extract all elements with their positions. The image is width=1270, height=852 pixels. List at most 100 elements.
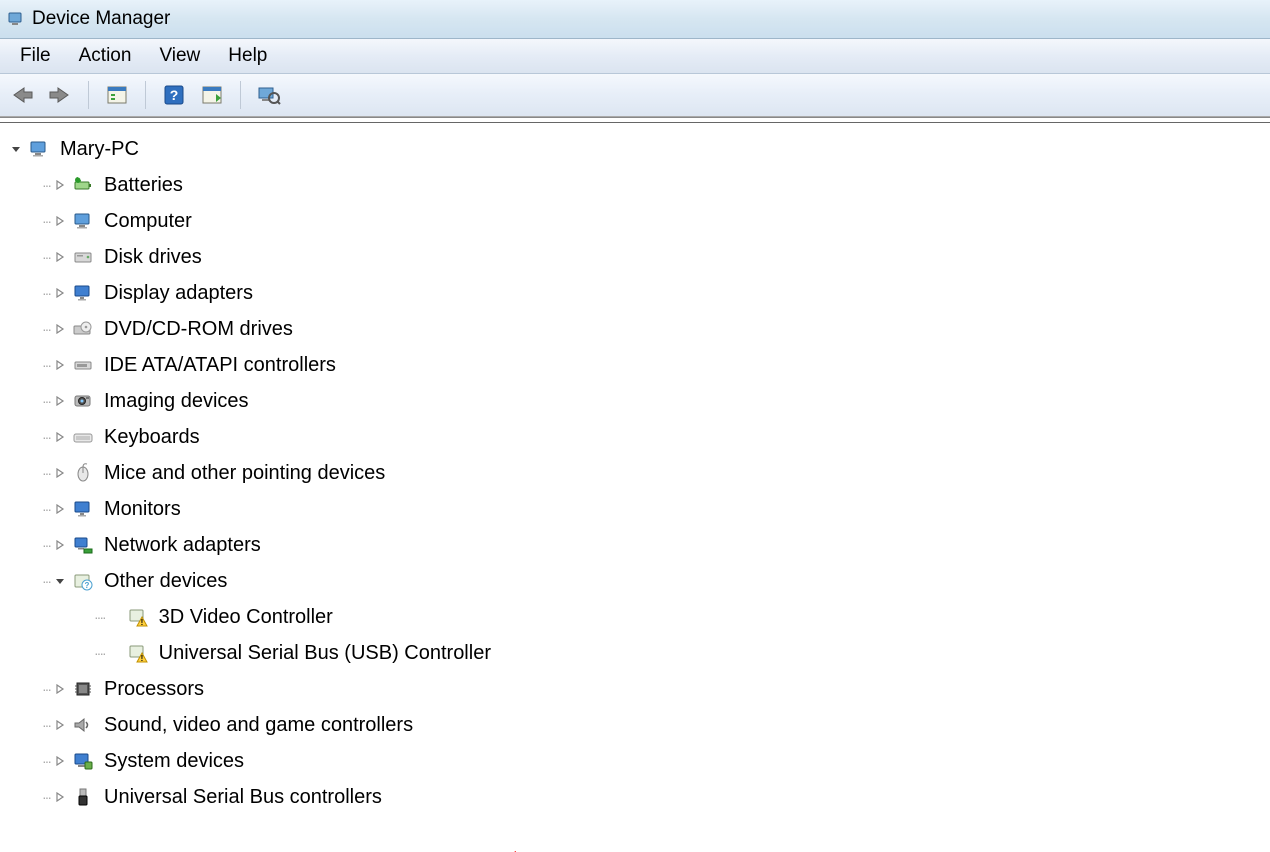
device-manager-window: Device Manager File Action View Help bbox=[0, 0, 1270, 852]
processor-icon bbox=[70, 676, 96, 702]
tree-toggle-expand[interactable] bbox=[52, 360, 68, 370]
computer-icon bbox=[70, 208, 96, 234]
tree-branch-dots: ··· bbox=[42, 527, 50, 563]
device-tree[interactable]: Mary-PC ··· Batteries ··· Computer ··· D… bbox=[0, 123, 1270, 823]
menu-help[interactable]: Help bbox=[214, 41, 281, 71]
toolbar-separator bbox=[88, 81, 89, 109]
tree-toggle-expand[interactable] bbox=[52, 396, 68, 406]
tree-item[interactable]: ··· Mice and other pointing devices bbox=[8, 455, 1270, 491]
tree-branch-dots: ···· bbox=[94, 599, 105, 635]
tree-item[interactable]: ··· DVD/CD-ROM drives bbox=[8, 311, 1270, 347]
menubar: File Action View Help bbox=[0, 39, 1270, 74]
monitor-icon bbox=[70, 496, 96, 522]
tree-item[interactable]: ··· Display adapters bbox=[8, 275, 1270, 311]
tree-toggle-expand[interactable] bbox=[52, 792, 68, 802]
tree-item-label: Network adapters bbox=[102, 527, 263, 563]
tree-item[interactable]: ···· ! 3D Video Controller bbox=[8, 599, 1270, 635]
tree-item[interactable]: ··· Keyboards bbox=[8, 419, 1270, 455]
toolbar: ? bbox=[0, 74, 1270, 117]
tree-item[interactable]: ··· System devices bbox=[8, 743, 1270, 779]
tree-branch-dots: ··· bbox=[42, 707, 50, 743]
tree-item-label: Mary-PC bbox=[58, 131, 141, 167]
forward-button[interactable] bbox=[44, 80, 76, 110]
tree-item-label: Batteries bbox=[102, 167, 185, 203]
tree-item[interactable]: ··· Imaging devices bbox=[8, 383, 1270, 419]
tree-item[interactable]: ··· IDE ATA/ATAPI controllers bbox=[8, 347, 1270, 383]
tree-branch-dots: ··· bbox=[42, 455, 50, 491]
tree-toggle-expand[interactable] bbox=[52, 252, 68, 262]
tree-item-label: 3D Video Controller bbox=[157, 599, 335, 635]
window-title: Device Manager bbox=[32, 8, 170, 30]
tree-item-label: Imaging devices bbox=[102, 383, 251, 419]
arrow-right-icon bbox=[48, 85, 72, 105]
tree-branch-dots: ··· bbox=[42, 743, 50, 779]
scan-hardware-button[interactable] bbox=[253, 80, 285, 110]
tree-item[interactable]: ··· Processors bbox=[8, 671, 1270, 707]
tree-toggle-expand[interactable] bbox=[52, 180, 68, 190]
show-hidden-button[interactable] bbox=[196, 80, 228, 110]
usb-icon bbox=[70, 784, 96, 810]
tree-item[interactable]: ···· ! Universal Serial Bus (USB) Contro… bbox=[8, 635, 1270, 671]
network-icon bbox=[70, 532, 96, 558]
warning-device-icon: ! bbox=[125, 604, 151, 630]
mouse-icon bbox=[70, 460, 96, 486]
tree-item[interactable]: ··· Universal Serial Bus controllers bbox=[8, 779, 1270, 815]
svg-text:!: ! bbox=[140, 654, 143, 663]
tree-branch-dots: ··· bbox=[42, 239, 50, 275]
menu-view[interactable]: View bbox=[145, 41, 214, 71]
menu-file[interactable]: File bbox=[6, 41, 65, 71]
tree-item-label: IDE ATA/ATAPI controllers bbox=[102, 347, 338, 383]
imaging-icon bbox=[70, 388, 96, 414]
tree-item-label: Mice and other pointing devices bbox=[102, 455, 387, 491]
tree-item-label: Monitors bbox=[102, 491, 183, 527]
tree-item-label: Sound, video and game controllers bbox=[102, 707, 415, 743]
content-area: Mary-PC ··· Batteries ··· Computer ··· D… bbox=[0, 122, 1270, 852]
computer-icon bbox=[26, 136, 52, 162]
app-icon bbox=[6, 9, 26, 29]
keyboard-icon bbox=[70, 424, 96, 450]
tree-toggle-expand[interactable] bbox=[52, 216, 68, 226]
back-button[interactable] bbox=[6, 80, 38, 110]
tree-branch-dots: ··· bbox=[42, 563, 50, 599]
tree-item-label: Processors bbox=[102, 671, 206, 707]
tree-item[interactable]: ··· Sound, video and game controllers bbox=[8, 707, 1270, 743]
tree-item[interactable]: ··· Network adapters bbox=[8, 527, 1270, 563]
tree-item[interactable]: ··· Disk drives bbox=[8, 239, 1270, 275]
battery-icon bbox=[70, 172, 96, 198]
tree-toggle-expand[interactable] bbox=[52, 468, 68, 478]
scan-hardware-icon bbox=[257, 84, 281, 106]
cdrom-icon bbox=[70, 316, 96, 342]
tree-toggle-expand[interactable] bbox=[52, 288, 68, 298]
tree-item-label: Computer bbox=[102, 203, 194, 239]
tree-item-label: Other devices bbox=[102, 563, 229, 599]
tree-item[interactable]: ··· ? Other devices bbox=[8, 563, 1270, 599]
tree-branch-dots: ··· bbox=[42, 167, 50, 203]
menu-action[interactable]: Action bbox=[65, 41, 146, 71]
tree-toggle-expand[interactable] bbox=[52, 720, 68, 730]
help-button[interactable]: ? bbox=[158, 80, 190, 110]
unknown-icon: ? bbox=[70, 568, 96, 594]
tree-toggle-expand[interactable] bbox=[52, 540, 68, 550]
tree-branch-dots: ··· bbox=[42, 311, 50, 347]
tree-toggle-expand[interactable] bbox=[52, 684, 68, 694]
properties-button[interactable] bbox=[101, 80, 133, 110]
toolbar-separator bbox=[240, 81, 241, 109]
tree-branch-dots: ··· bbox=[42, 419, 50, 455]
tree-item[interactable]: ··· Computer bbox=[8, 203, 1270, 239]
tree-toggle-collapse[interactable] bbox=[52, 576, 68, 586]
tree-item-label: Universal Serial Bus (USB) Controller bbox=[157, 635, 493, 671]
tree-toggle-expand[interactable] bbox=[52, 504, 68, 514]
tree-toggle-expand[interactable] bbox=[52, 432, 68, 442]
tree-item-label: Universal Serial Bus controllers bbox=[102, 779, 384, 815]
properties-icon bbox=[106, 85, 128, 105]
tree-toggle-expand[interactable] bbox=[52, 756, 68, 766]
tree-toggle-expand[interactable] bbox=[52, 324, 68, 334]
tree-item[interactable]: ··· Monitors bbox=[8, 491, 1270, 527]
tree-item[interactable]: Mary-PC bbox=[8, 131, 1270, 167]
tree-item[interactable]: ··· Batteries bbox=[8, 167, 1270, 203]
tree-branch-dots: ··· bbox=[42, 275, 50, 311]
disk-icon bbox=[70, 244, 96, 270]
display-icon bbox=[70, 280, 96, 306]
titlebar: Device Manager bbox=[0, 0, 1270, 39]
tree-toggle-collapse[interactable] bbox=[8, 144, 24, 154]
